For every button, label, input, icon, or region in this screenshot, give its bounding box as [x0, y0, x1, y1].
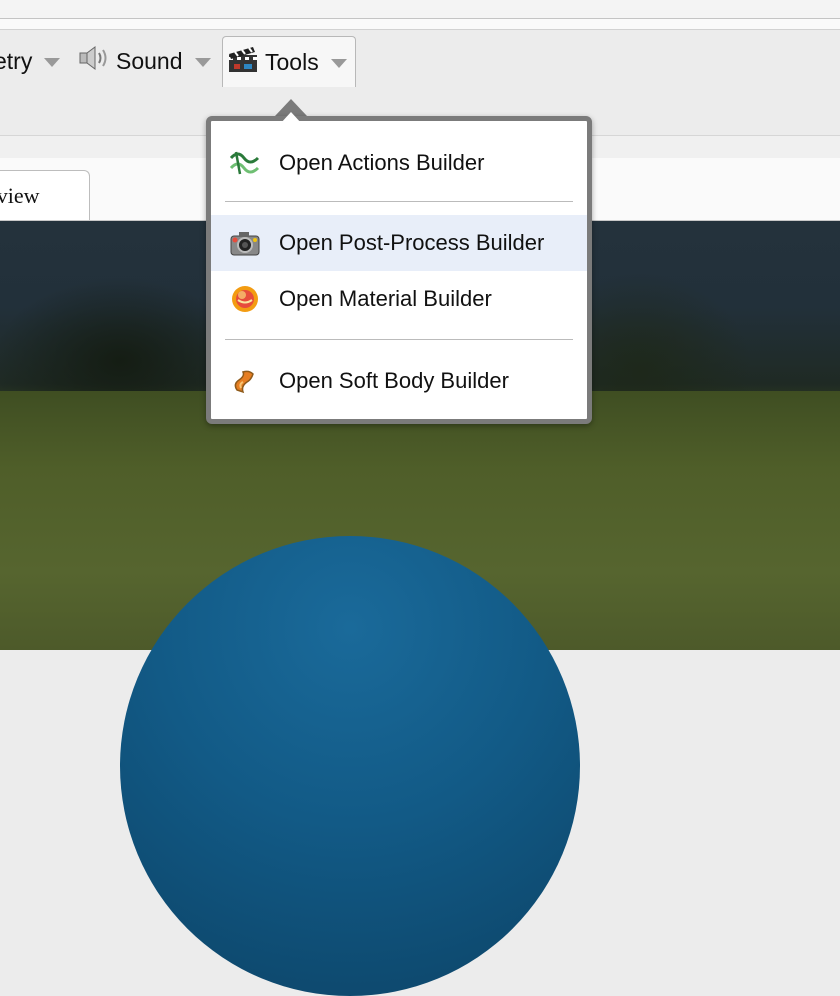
geometry-menu-label: etry: [0, 47, 33, 74]
menu-item-label: Open Material Builder: [279, 286, 492, 311]
chevron-down-icon: [44, 57, 61, 67]
chevron-down-icon: [194, 57, 211, 67]
toolbar-top-gap: [0, 19, 840, 30]
menu-item-open-post-process-builder[interactable]: Open Post-Process Builder: [211, 215, 587, 271]
menu-item-label: Open Post-Process Builder: [279, 230, 545, 255]
menu-item-label: Open Soft Body Builder: [279, 368, 509, 393]
menu-item-open-actions-builder[interactable]: Open Actions Builder: [211, 135, 587, 191]
soft-body-icon: [227, 365, 263, 397]
tools-menu-label: Tools: [265, 48, 319, 75]
tab-preview-label: eview: [0, 182, 40, 208]
menu-item-open-soft-body-builder[interactable]: Open Soft Body Builder: [211, 353, 587, 409]
clapperboard-icon: [227, 44, 259, 80]
geometry-menu-button[interactable]: etry: [0, 36, 61, 86]
menu-divider: [225, 339, 573, 340]
actions-icon: [227, 147, 263, 179]
menu-pointer-fill: [280, 112, 302, 124]
menu-item-open-material-builder[interactable]: Open Material Builder: [211, 271, 587, 327]
sound-menu-label: Sound: [116, 47, 183, 74]
sound-menu-button[interactable]: Sound: [78, 36, 211, 86]
scene-sphere: [120, 536, 580, 996]
camera-icon: [227, 227, 263, 259]
tab-preview[interactable]: eview: [0, 170, 90, 220]
material-icon: [227, 283, 263, 315]
window-top-strip: [0, 0, 840, 19]
speaker-icon: [78, 45, 110, 77]
tools-menu-button[interactable]: Tools: [222, 36, 356, 87]
chevron-down-icon: [330, 58, 347, 68]
menu-item-label: Open Actions Builder: [279, 150, 485, 175]
tools-dropdown-menu: Open Actions Builder Open Post-Process B…: [206, 116, 592, 424]
menu-divider: [225, 201, 573, 202]
